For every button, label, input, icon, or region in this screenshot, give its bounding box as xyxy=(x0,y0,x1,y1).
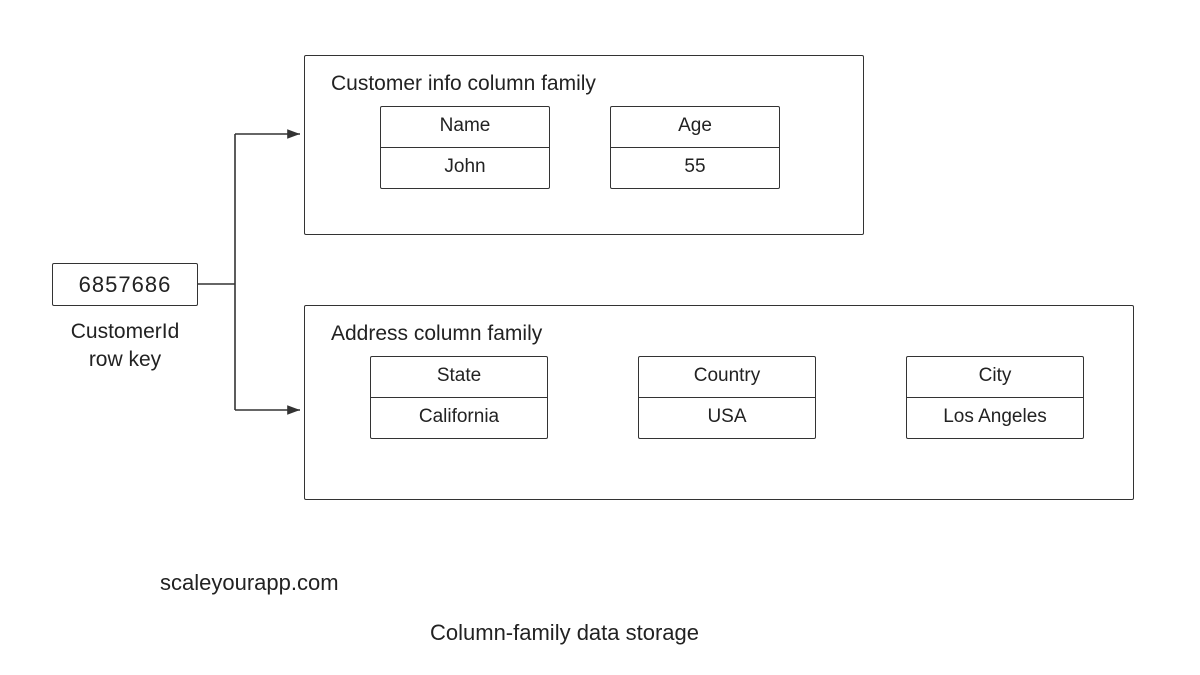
column-name: City xyxy=(907,357,1083,398)
column-family-address: Address column family State California C… xyxy=(304,305,1134,500)
diagram-canvas: 6857686 CustomerId row key Customer info… xyxy=(0,0,1200,675)
rowkey-value: 6857686 xyxy=(79,272,172,298)
rowkey-label-line1: CustomerId xyxy=(48,318,202,346)
column-name: Name xyxy=(381,107,549,148)
column-name: Age xyxy=(611,107,779,148)
column-value: 55 xyxy=(611,148,779,188)
column-value: USA xyxy=(639,398,815,438)
diagram-caption: Column-family data storage xyxy=(430,620,699,646)
attribution-text: scaleyourapp.com xyxy=(160,570,339,596)
rowkey-label-line2: row key xyxy=(48,346,202,374)
column-value: California xyxy=(371,398,547,438)
column-family-title: Customer info column family xyxy=(331,72,839,96)
column-cell: Country USA xyxy=(638,356,816,439)
rowkey-box: 6857686 xyxy=(52,263,198,306)
column-family-customer-info: Customer info column family Name John Ag… xyxy=(304,55,864,235)
column-cell: City Los Angeles xyxy=(906,356,1084,439)
column-name: State xyxy=(371,357,547,398)
column-name: Country xyxy=(639,357,815,398)
columns-row: Name John Age 55 xyxy=(380,106,843,189)
column-cell: State California xyxy=(370,356,548,439)
column-value: Los Angeles xyxy=(907,398,1083,438)
column-family-title: Address column family xyxy=(331,322,1109,346)
columns-row: State California Country USA City Los An… xyxy=(370,356,1113,439)
column-cell: Age 55 xyxy=(610,106,780,189)
column-cell: Name John xyxy=(380,106,550,189)
rowkey-label: CustomerId row key xyxy=(48,318,202,375)
column-value: John xyxy=(381,148,549,188)
